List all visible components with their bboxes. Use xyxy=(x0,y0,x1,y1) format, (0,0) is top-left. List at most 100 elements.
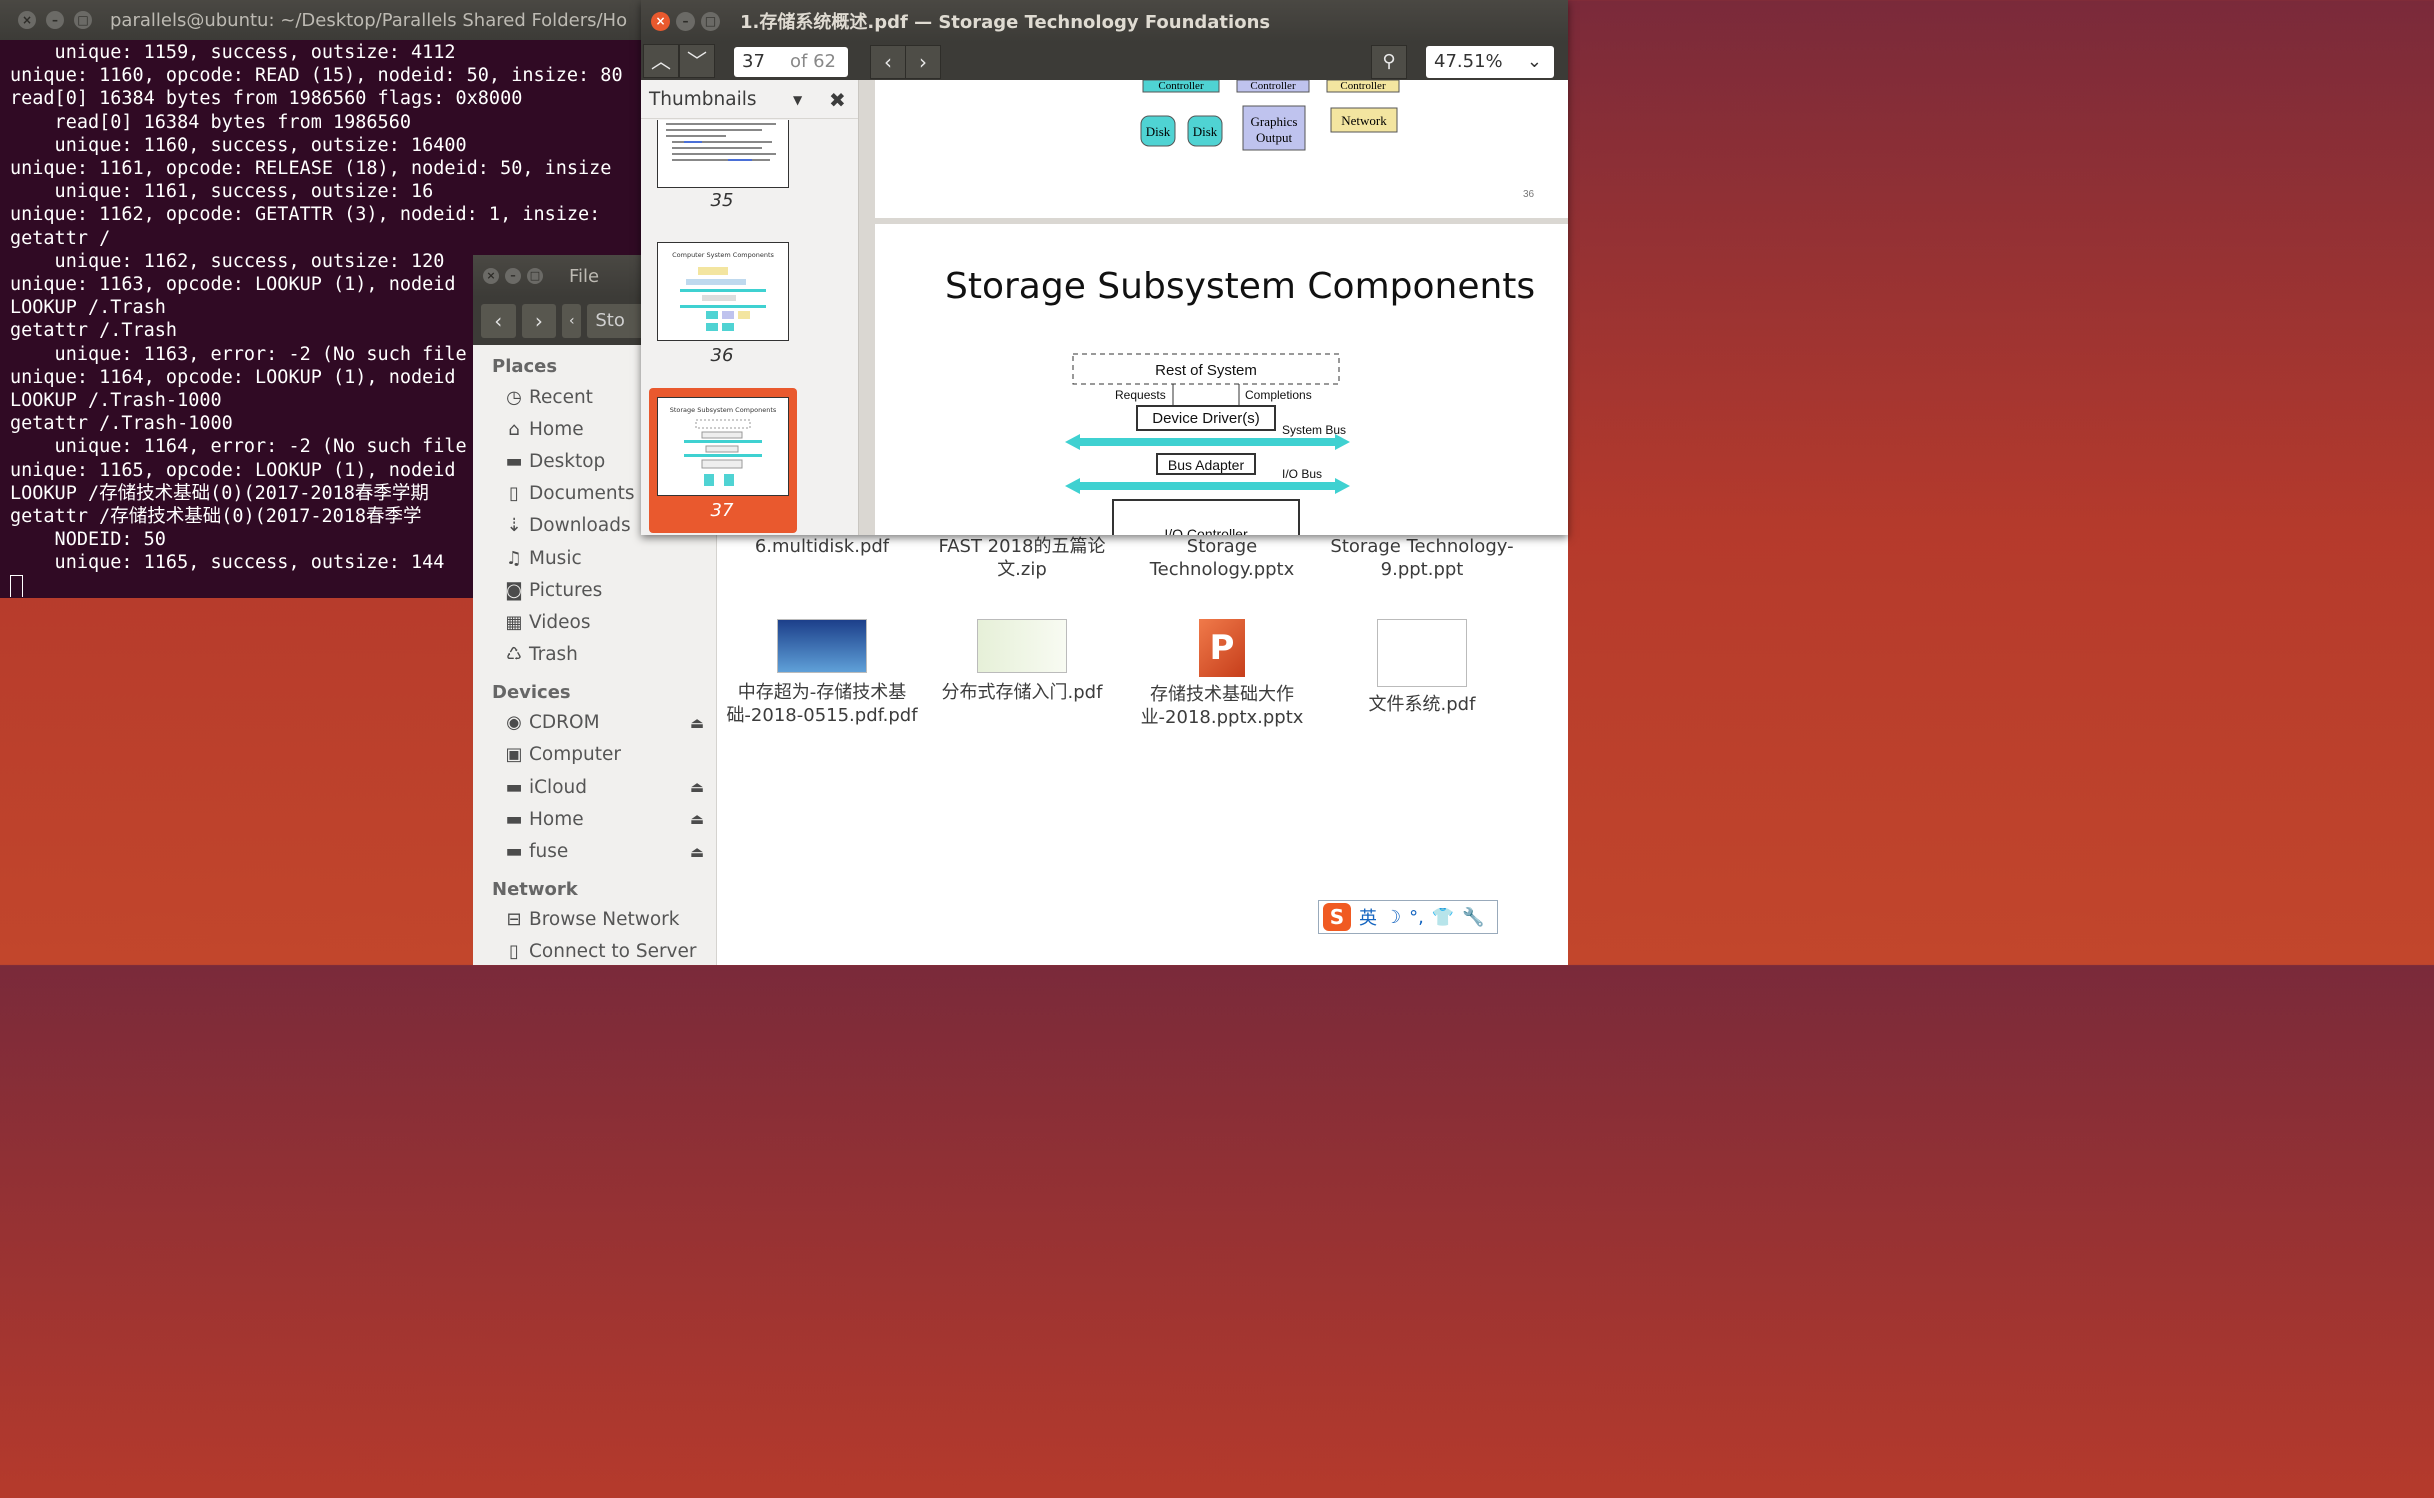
terminal-line: unique: 1160, success, outsize: 16400 xyxy=(10,134,467,156)
sidebar-item-browse-network[interactable]: ⊟ Browse Network xyxy=(473,904,716,936)
page-36: Controller Controller Controller Disk Di… xyxy=(875,80,1568,218)
search-icon[interactable]: ⚲ xyxy=(1371,45,1407,79)
file-name: 文件系统.pdf xyxy=(1368,694,1476,715)
minimize-icon[interactable]: – xyxy=(505,268,521,284)
maximize-icon[interactable]: □ xyxy=(74,11,92,29)
terminal-line: unique: 1160, opcode: READ (15), nodeid:… xyxy=(10,65,623,87)
forward-button[interactable]: › xyxy=(521,304,557,338)
zoom-select[interactable]: 47.51% ⌄ xyxy=(1426,46,1554,78)
pdf-viewer-window[interactable]: × – □ 1.存储系统概述.pdf — Storage Technology … xyxy=(641,0,1568,535)
history-forward-button[interactable]: › xyxy=(905,45,941,79)
thumbnail-35[interactable] xyxy=(657,120,789,188)
diagram-system-bus: System Bus xyxy=(1282,423,1346,437)
film-icon: ▦ xyxy=(505,611,523,633)
moon-icon[interactable]: ☽ xyxy=(1385,907,1401,928)
page-current: 37 xyxy=(742,51,765,72)
thumbnail-37[interactable]: Storage Subsystem Components xyxy=(657,397,789,496)
sidebar-item-music[interactable]: ♫ Music xyxy=(473,542,716,574)
file-item[interactable]: P 存储技术基础大作业-2018.pptx.pptx xyxy=(1122,619,1322,729)
pdf-titlebar[interactable]: × – □ 1.存储系统概述.pdf — Storage Technology … xyxy=(641,0,1568,42)
diagram-rest-of-system: Rest of System xyxy=(1155,362,1257,379)
thumbnail-36[interactable]: Computer System Components xyxy=(657,242,789,341)
page-37: Storage Subsystem Components Rest of Sys… xyxy=(875,224,1568,535)
diagram-bus-adapter: Bus Adapter xyxy=(1168,457,1245,473)
file-name: 分布式存储入门.pdf xyxy=(941,682,1103,703)
sidebar-item-home[interactable]: ▬ Home ⏏ xyxy=(473,803,716,835)
drive-icon: ▬ xyxy=(505,841,523,863)
thumbnail-list[interactable]: 35 Computer System Components 36 Storage… xyxy=(641,120,853,535)
eject-icon[interactable]: ⏏ xyxy=(690,810,704,828)
maximize-icon[interactable]: □ xyxy=(527,268,543,284)
input-method-toolbar[interactable]: S 英 ☽ °, 👕 🔧 xyxy=(1318,900,1498,934)
music-icon: ♫ xyxy=(505,547,523,569)
close-icon[interactable]: × xyxy=(651,11,670,31)
chevron-down-icon: ⌄ xyxy=(1526,51,1542,72)
close-icon[interactable]: × xyxy=(483,268,499,284)
punctuation-icon[interactable]: °, xyxy=(1409,907,1424,928)
sidebar-item-icloud[interactable]: ▬ iCloud ⏏ xyxy=(473,771,716,803)
thumbnail-36-caption: Computer System Components xyxy=(672,251,774,259)
sidebar-item-computer[interactable]: ▣ Computer xyxy=(473,739,716,771)
previous-page-button[interactable]: ︿ xyxy=(643,44,679,78)
powerpoint-file-icon: P xyxy=(1199,619,1245,677)
files-toolbar: ‹ › ‹ Sto xyxy=(473,297,661,345)
next-page-button[interactable]: ﹀ xyxy=(679,44,715,78)
minimize-icon[interactable]: – xyxy=(676,11,695,31)
storage-subsystem-diagram: Rest of System Requests Completions Devi… xyxy=(1065,353,1350,535)
sidebar-item-label: Pictures xyxy=(529,579,603,601)
terminal-line: unique: 1161, opcode: RELEASE (18), node… xyxy=(10,158,612,180)
file-item[interactable]: 文件系统.pdf xyxy=(1322,619,1522,716)
files-titlebar[interactable]: × – □ File xyxy=(473,255,663,297)
sidebar-item-label: iCloud xyxy=(529,776,587,798)
page-36-diagram: Controller Controller Controller Disk Di… xyxy=(1140,80,1535,200)
file-item[interactable]: 中存超为-存储技术基础-2018-0515.pdf.pdf xyxy=(722,619,922,727)
file-item[interactable]: 6.multidisk.pdf xyxy=(722,535,922,558)
eject-icon[interactable]: ⏏ xyxy=(690,778,704,796)
page36-number: 36 xyxy=(1523,189,1535,200)
maximize-icon[interactable]: □ xyxy=(701,11,720,31)
minimize-icon[interactable]: – xyxy=(46,11,64,29)
server-icon: ▯ xyxy=(509,941,519,963)
file-item[interactable]: Storage Technology.pptx xyxy=(1122,535,1322,581)
terminal-line: read[0] 16384 bytes from 1986560 xyxy=(10,111,411,133)
sidebar-item-label: fuse xyxy=(529,841,569,863)
trash-icon: ♺ xyxy=(505,644,523,666)
sidebar-item-label: Connect to Server xyxy=(529,941,697,963)
sidebar-item-videos[interactable]: ▦ Videos xyxy=(473,606,716,638)
sidebar-item-label: Home xyxy=(529,808,584,830)
path-left-arrow-icon[interactable]: ‹ xyxy=(562,304,582,338)
eject-icon[interactable]: ⏏ xyxy=(690,843,704,861)
thumbnail-37-caption: Storage Subsystem Components xyxy=(669,406,777,414)
terminal-titlebar[interactable]: × – □ parallels@ubuntu: ~/Desktop/Parall… xyxy=(0,0,645,40)
file-item[interactable]: 分布式存储入门.pdf xyxy=(922,619,1122,704)
close-sidebar-icon[interactable]: ✖ xyxy=(829,80,846,120)
download-icon: ⇣ xyxy=(506,515,522,537)
eject-icon[interactable]: ⏏ xyxy=(690,714,704,732)
sidebar-item-trash[interactable]: ♺ Trash xyxy=(473,639,716,671)
sidebar-item-cdrom[interactable]: ◉ CDROM ⏏ xyxy=(473,707,716,739)
page36-disk2: Disk xyxy=(1193,124,1218,139)
sogou-logo[interactable]: S xyxy=(1323,903,1351,931)
close-icon[interactable]: × xyxy=(18,11,36,29)
thumbnail-35-number: 35 xyxy=(710,190,734,211)
file-item[interactable]: Storage Technology-9.ppt.ppt xyxy=(1322,535,1522,581)
file-item[interactable]: FAST 2018的五篇论文.zip xyxy=(922,535,1122,581)
sidebar-item-connect-to-server[interactable]: ▯ Connect to Server xyxy=(473,936,716,968)
thumbnails-sidebar: Thumbnails ▼ ✖ 35 Computer System Compon… xyxy=(641,80,859,535)
skin-icon[interactable]: 👕 xyxy=(1432,907,1454,928)
dropdown-icon[interactable]: ▼ xyxy=(793,80,802,120)
sidebar-item-fuse[interactable]: ▬ fuse ⏏ xyxy=(473,835,716,867)
sidebar-item-label: Browse Network xyxy=(529,909,680,931)
history-back-button[interactable]: ‹ xyxy=(870,45,906,79)
sidebar-item-pictures[interactable]: ◙ Pictures xyxy=(473,574,716,606)
sidebar-item-label: CDROM xyxy=(529,712,600,734)
sidebar-item-label: Documents xyxy=(529,483,635,505)
sidebar-title[interactable]: Thumbnails ▼ ✖ xyxy=(641,80,858,119)
wrench-icon[interactable]: 🔧 xyxy=(1462,907,1484,928)
thumbnail-36-number: 36 xyxy=(710,345,734,366)
document-view[interactable]: Controller Controller Controller Disk Di… xyxy=(871,80,1568,535)
file-name: 存储技术基础大作业-2018.pptx.pptx xyxy=(1140,684,1304,728)
page-number-field[interactable]: 37 of 62 xyxy=(734,47,848,77)
back-button[interactable]: ‹ xyxy=(481,304,516,338)
ime-language-toggle[interactable]: 英 xyxy=(1359,904,1377,930)
